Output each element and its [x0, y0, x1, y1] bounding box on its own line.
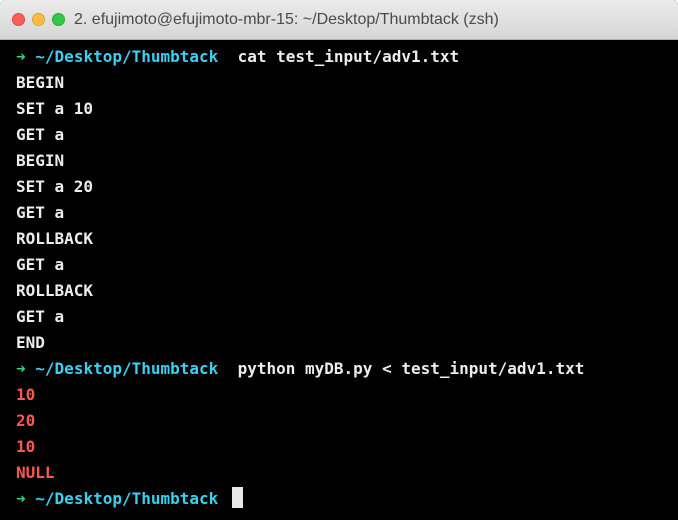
command-text: python myDB.py < test_input/adv1.txt — [237, 359, 585, 378]
output-line: NULL — [16, 463, 55, 482]
output-line: 10 — [16, 437, 36, 456]
prompt-path: ~/Desktop/Thumbtack — [35, 489, 219, 508]
window-title: 2. efujimoto@efujimoto-mbr-15: ~/Desktop… — [74, 11, 499, 28]
terminal-content[interactable]: ➜ ~/Desktop/Thumbtack cat test_input/adv… — [16, 44, 670, 520]
file-line: ROLLBACK — [16, 281, 94, 300]
command-text: cat test_input/adv1.txt — [237, 47, 460, 66]
minimize-button[interactable] — [32, 13, 45, 26]
output-line: 10 — [16, 385, 36, 404]
prompt-arrow-icon: ➜ — [16, 47, 26, 66]
file-line: BEGIN — [16, 151, 65, 170]
output-line: 20 — [16, 411, 36, 430]
prompt-line: ➜ ~/Desktop/Thumbtack cat test_input/adv… — [16, 44, 670, 70]
file-line: END — [16, 333, 45, 352]
prompt-arrow-icon: ➜ — [16, 489, 26, 508]
prompt-path: ~/Desktop/Thumbtack — [35, 47, 219, 66]
file-line: SET a 10 — [16, 99, 94, 118]
prompt-line: ➜ ~/Desktop/Thumbtack python myDB.py < t… — [16, 356, 670, 382]
file-line: GET a — [16, 255, 65, 274]
prompt-line: ➜ ~/Desktop/Thumbtack — [16, 486, 670, 512]
close-button[interactable] — [12, 13, 25, 26]
title-bar[interactable]: 2. efujimoto@efujimoto-mbr-15: ~/Desktop… — [0, 0, 678, 40]
zoom-button[interactable] — [52, 13, 65, 26]
prompt-path: ~/Desktop/Thumbtack — [35, 359, 219, 378]
file-line: GET a — [16, 307, 65, 326]
prompt-arrow-icon: ➜ — [16, 359, 26, 378]
file-line: BEGIN — [16, 73, 65, 92]
file-line: ROLLBACK — [16, 229, 94, 248]
file-line: GET a — [16, 203, 65, 222]
cursor — [231, 487, 243, 508]
file-line: GET a — [16, 125, 65, 144]
terminal-window: 2. efujimoto@efujimoto-mbr-15: ~/Desktop… — [0, 0, 678, 520]
file-line: SET a 20 — [16, 177, 94, 196]
